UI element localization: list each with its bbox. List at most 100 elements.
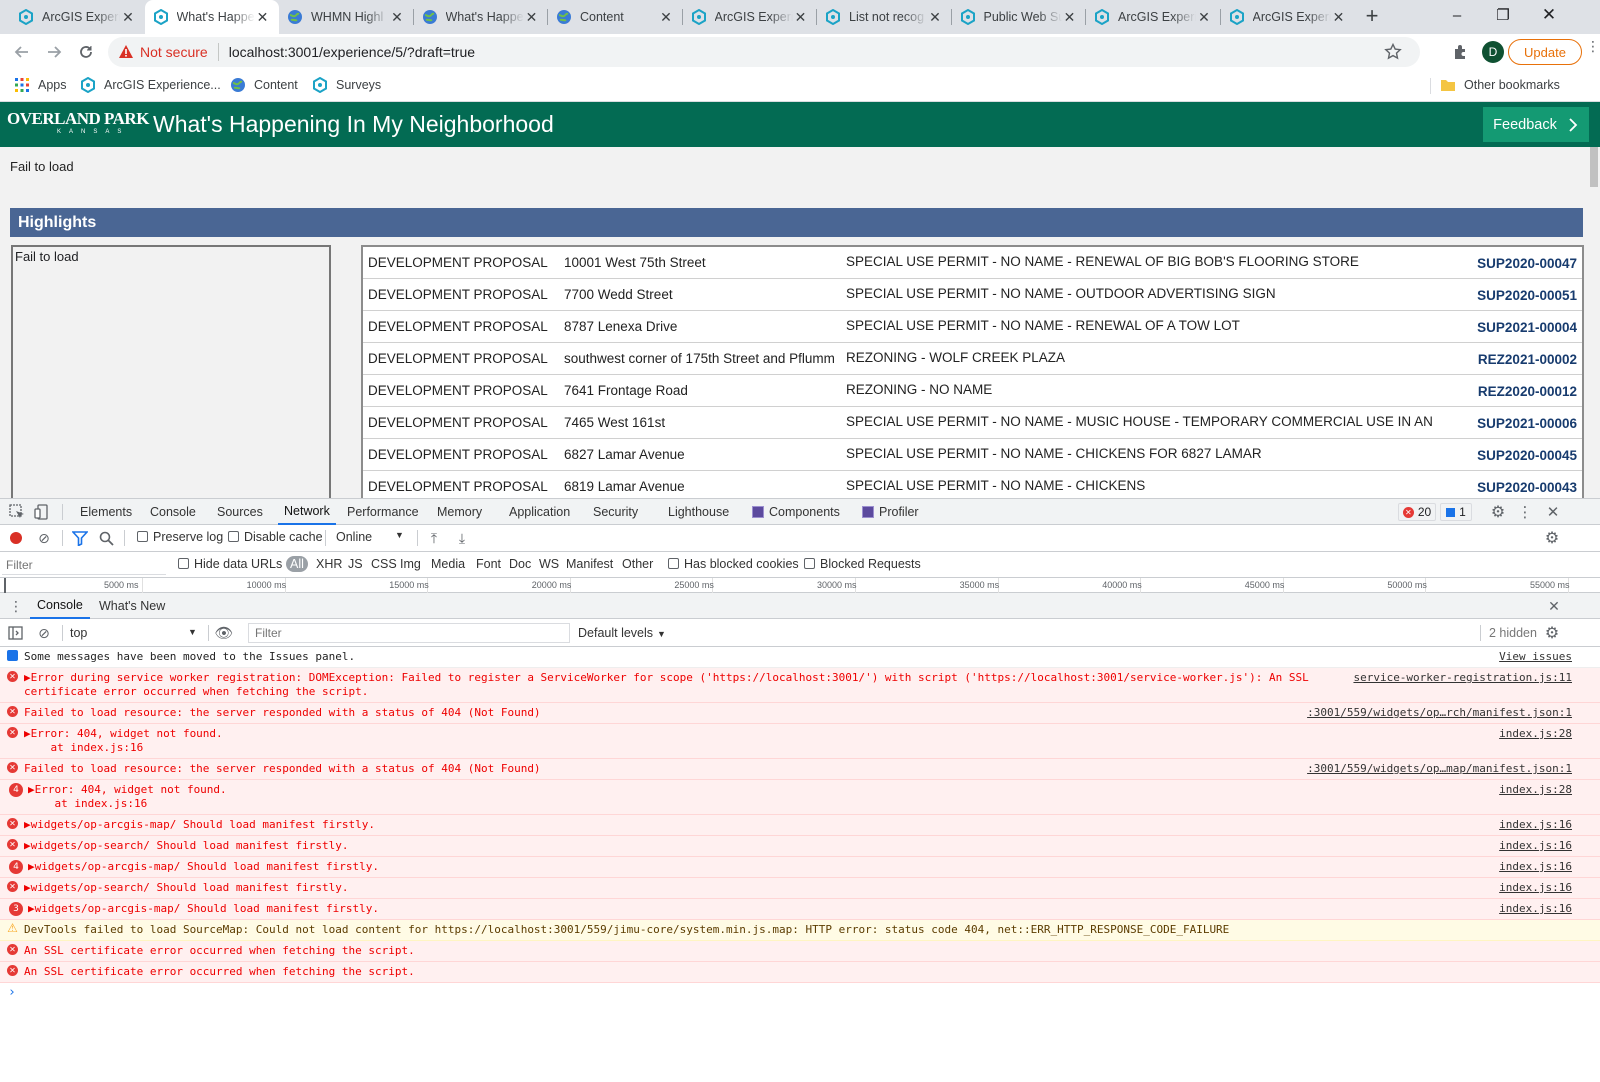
console-message-error[interactable]: 4 ▶Error: 404, widget not found. at index… — [0, 780, 1600, 815]
profile-avatar[interactable]: D — [1482, 41, 1504, 63]
type-filter-xhr[interactable]: XHR — [316, 557, 342, 571]
browser-tab[interactable]: Content ✕ — [548, 0, 682, 34]
console-filter-input[interactable] — [248, 623, 570, 643]
type-filter-ws[interactable]: WS — [539, 557, 559, 571]
context-select[interactable]: top ▼ — [70, 626, 200, 640]
devtools-tab-sources[interactable]: Sources — [217, 499, 263, 525]
console-message-error[interactable]: ✕ An SSL certificate error occurred when … — [0, 962, 1600, 983]
console-message-source-link[interactable]: index.js:16 — [1499, 839, 1572, 853]
type-filter-media[interactable]: Media — [431, 557, 465, 571]
project-row[interactable]: DEVELOPMENT PROPOSAL 7700 Wedd Street SPEC… — [363, 279, 1582, 311]
browser-tab[interactable]: What's Happe ✕ — [414, 0, 548, 34]
console-clear-icon[interactable]: ⊘ — [36, 625, 52, 641]
export-har-icon[interactable]: ⤓ — [454, 530, 470, 546]
devtools-more-icon[interactable]: ⋮ — [1518, 502, 1533, 522]
console-message-source-link[interactable]: index.js:16 — [1499, 860, 1572, 874]
tab-close-icon[interactable]: ✕ — [1062, 9, 1078, 26]
project-row[interactable]: DEVELOPMENT PROPOSAL 10001 West 75th Stre… — [363, 247, 1582, 279]
device-toolbar-icon[interactable] — [34, 504, 50, 520]
network-filter-input[interactable] — [2, 555, 166, 575]
bookmark-content[interactable]: Content — [230, 77, 298, 93]
console-message-source-link[interactable]: View issues — [1499, 650, 1572, 664]
project-case-number[interactable]: REZ2020-00012 — [1429, 384, 1577, 399]
console-message-source-link[interactable]: index.js:16 — [1499, 818, 1572, 832]
console-settings-icon[interactable]: ⚙ — [1543, 624, 1561, 642]
devtools-settings-icon[interactable]: ⚙ — [1488, 502, 1508, 522]
devtools-tab-components[interactable]: Components — [752, 499, 840, 525]
hide-data-urls-checkbox[interactable]: Hide data URLs — [178, 557, 282, 571]
devtools-tab-elements[interactable]: Elements — [80, 499, 132, 525]
type-filter-img[interactable]: Img — [400, 557, 421, 571]
extensions-puzzle-icon[interactable] — [1452, 43, 1470, 61]
live-expression-eye-icon[interactable]: 👁 — [214, 624, 234, 642]
bookmark-surveys[interactable]: Surveys — [312, 77, 381, 93]
type-filter-manifest[interactable]: Manifest — [566, 557, 613, 571]
console-message-source-link[interactable]: index.js:28 — [1499, 783, 1572, 797]
project-row[interactable]: DEVELOPMENT PROPOSAL 6819 Lamar Avenue SPE… — [363, 471, 1582, 498]
feedback-button[interactable]: Feedback — [1483, 107, 1589, 142]
project-case-number[interactable]: SUP2020-00051 — [1429, 288, 1577, 303]
has-blocked-cookies-checkbox[interactable]: Has blocked cookies — [668, 557, 799, 571]
throttling-select[interactable]: Online ▼ — [336, 530, 408, 544]
browser-tab[interactable]: WHMN Highl ✕ — [279, 0, 413, 34]
reload-button[interactable] — [72, 38, 100, 66]
devtools-tab-memory[interactable]: Memory — [437, 499, 482, 525]
window-close-button[interactable]: ✕ — [1526, 0, 1572, 30]
type-filter-all[interactable]: All — [286, 556, 308, 572]
tab-close-icon[interactable]: ✕ — [1331, 9, 1347, 26]
drawer-close-icon[interactable]: ✕ — [1545, 597, 1563, 615]
disable-cache-checkbox[interactable]: Disable cache — [228, 530, 323, 544]
console-message-source-link[interactable]: :3001/559/widgets/op…map/manifest.json:1 — [1307, 762, 1572, 776]
console-message-error[interactable]: 4 ▶widgets/op-arcgis-map/ Should load man… — [0, 857, 1600, 878]
project-row[interactable]: DEVELOPMENT PROPOSAL southwest corner of … — [363, 343, 1582, 375]
devtools-tab-security[interactable]: Security — [593, 499, 638, 525]
console-message-error[interactable]: ✕ ▶widgets/op-arcgis-map/ Should load man… — [0, 815, 1600, 836]
project-row[interactable]: DEVELOPMENT PROPOSAL 7641 Frontage Road RE… — [363, 375, 1582, 407]
console-message-error[interactable]: ✕ ▶Error: 404, widget not found. at index… — [0, 724, 1600, 759]
bookmark-star-icon[interactable] — [1384, 43, 1402, 61]
record-button[interactable] — [10, 532, 22, 544]
project-row[interactable]: DEVELOPMENT PROPOSAL 7465 West 161st SPECI… — [363, 407, 1582, 439]
preserve-log-checkbox[interactable]: Preserve log — [137, 530, 223, 544]
browser-tab[interactable]: ArcGIS Experi ✕ — [1221, 0, 1355, 34]
console-prompt[interactable]: › — [0, 983, 1600, 1000]
browser-tab[interactable]: ArcGIS Experie ✕ — [10, 0, 144, 34]
browser-tab[interactable]: List not recog ✕ — [817, 0, 951, 34]
bookmark-apps[interactable]: Apps — [14, 77, 67, 93]
devtools-tab-performance[interactable]: Performance — [347, 499, 419, 525]
filter-funnel-icon[interactable] — [72, 531, 88, 546]
search-icon[interactable] — [99, 531, 114, 546]
drawer-tab-whats-new[interactable]: What's New — [99, 593, 165, 619]
console-message-source-link[interactable]: index.js:28 — [1499, 727, 1572, 741]
not-secure-label[interactable]: Not secure — [140, 44, 208, 60]
import-har-icon[interactable]: ⤒ — [426, 530, 442, 546]
tab-close-icon[interactable]: ✕ — [658, 9, 674, 26]
tab-close-icon[interactable]: ✕ — [389, 9, 405, 26]
console-message-error[interactable]: 3 ▶widgets/op-arcgis-map/ Should load man… — [0, 899, 1600, 920]
page-scrollbar[interactable] — [1590, 147, 1598, 187]
issues-count-badge[interactable]: 1 — [1440, 503, 1472, 521]
browser-tab[interactable]: What's Happe ✕ — [144, 0, 279, 34]
back-button[interactable] — [8, 38, 36, 66]
browser-tab[interactable]: Public Web Su ✕ — [952, 0, 1086, 34]
network-settings-icon[interactable]: ⚙ — [1543, 529, 1561, 547]
type-filter-doc[interactable]: Doc — [509, 557, 531, 571]
minimize-button[interactable]: – — [1434, 0, 1480, 30]
tab-close-icon[interactable]: ✕ — [1196, 9, 1212, 26]
chrome-menu-icon[interactable]: ⋮ — [1586, 39, 1600, 60]
console-message-source-link[interactable]: index.js:16 — [1499, 881, 1572, 895]
inspect-element-icon[interactable] — [9, 504, 25, 520]
drawer-tab-console[interactable]: Console — [30, 593, 90, 619]
type-filter-js[interactable]: JS — [348, 557, 363, 571]
bookmark-arcgis-experience[interactable]: ArcGIS Experience... — [80, 77, 221, 93]
log-levels-select[interactable]: Default levels ▼ — [578, 626, 666, 640]
console-message-error[interactable]: ✕ Failed to load resource: the server res… — [0, 703, 1600, 724]
devtools-tab-application[interactable]: Application — [509, 499, 570, 525]
new-tab-button[interactable]: + — [1360, 4, 1384, 28]
console-message-error[interactable]: ✕ ▶widgets/op-search/ Should load manifes… — [0, 878, 1600, 899]
console-message-error[interactable]: ✕ ▶Error during service worker registrati… — [0, 668, 1600, 703]
url-text[interactable]: localhost:3001/experience/5/?draft=true — [229, 44, 475, 60]
devtools-tab-network[interactable]: Network — [278, 499, 336, 525]
tab-close-icon[interactable]: ✕ — [120, 9, 136, 26]
error-count-badge[interactable]: ✕ 20 — [1398, 503, 1436, 521]
